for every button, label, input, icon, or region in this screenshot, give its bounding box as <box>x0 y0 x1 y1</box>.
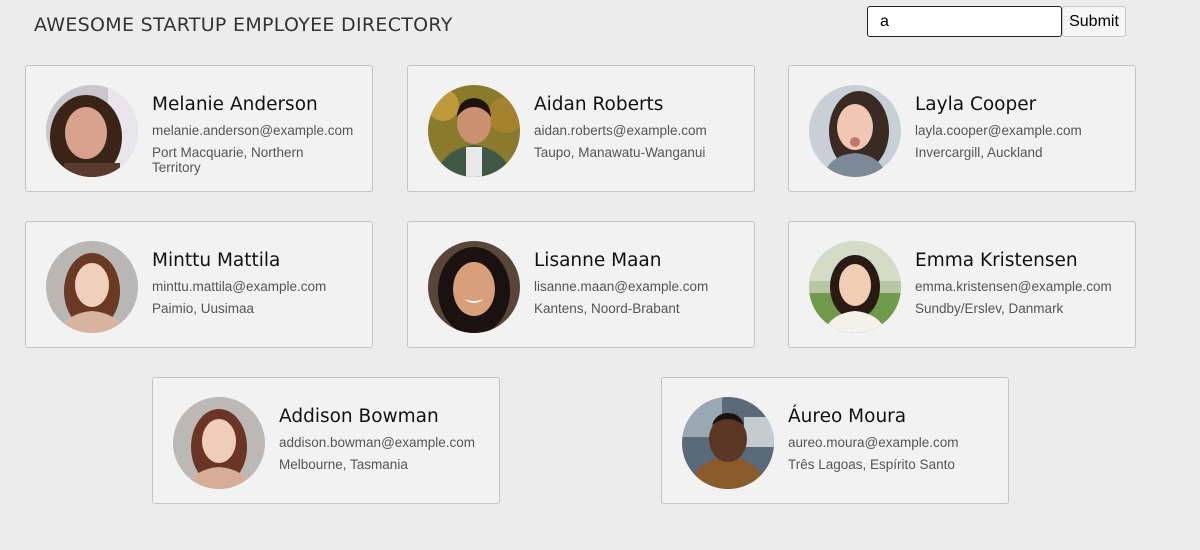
employee-name: Emma Kristensen <box>915 250 1078 271</box>
employee-location: Três Lagoas, Espírito Santo <box>788 457 955 472</box>
avatar <box>173 397 265 489</box>
employee-location: Kantens, Noord-Brabant <box>534 301 680 316</box>
employee-name: Áureo Moura <box>788 406 907 427</box>
employee-name: Minttu Mattila <box>152 250 281 271</box>
submit-button[interactable]: Submit <box>1062 6 1126 37</box>
employee-email: emma.kristensen@example.com <box>915 279 1112 294</box>
avatar <box>428 241 520 333</box>
avatar <box>428 85 520 177</box>
employee-email: aidan.roberts@example.com <box>534 123 707 138</box>
avatar <box>809 85 901 177</box>
employee-email: aureo.moura@example.com <box>788 435 959 450</box>
employee-location: Melbourne, Tasmania <box>279 457 408 472</box>
employee-card: Aidan Roberts aidan.roberts@example.com … <box>407 65 755 192</box>
employee-location: Taupo, Manawatu-Wanganui <box>534 145 706 160</box>
employee-location: Port Macquarie, Northern Territory <box>152 145 304 175</box>
employee-card: Melanie Anderson melanie.anderson@exampl… <box>25 65 373 192</box>
search-input[interactable] <box>867 6 1062 37</box>
avatar <box>809 241 901 333</box>
employee-card: Lisanne Maan lisanne.maan@example.com Ka… <box>407 221 755 348</box>
employee-card: Layla Cooper layla.cooper@example.com In… <box>788 65 1136 192</box>
employee-email: lisanne.maan@example.com <box>534 279 709 294</box>
avatar <box>46 85 138 177</box>
employee-location: Sundby/Erslev, Danmark <box>915 301 1064 316</box>
employee-name: Addison Bowman <box>279 406 439 427</box>
employee-name: Aidan Roberts <box>534 94 664 115</box>
avatar <box>46 241 138 333</box>
employee-location: Paimio, Uusimaa <box>152 301 255 316</box>
employee-email: layla.cooper@example.com <box>915 123 1082 138</box>
employee-name: Melanie Anderson <box>152 94 318 115</box>
employee-name: Layla Cooper <box>915 94 1037 115</box>
page-title: AWESOME STARTUP EMPLOYEE DIRECTORY <box>34 14 453 36</box>
employee-card: Addison Bowman addison.bowman@example.co… <box>152 377 500 504</box>
employee-location: Invercargill, Auckland <box>915 145 1043 160</box>
employee-email: melanie.anderson@example.com <box>152 123 354 138</box>
employee-name: Lisanne Maan <box>534 250 662 271</box>
employee-card: Áureo Moura aureo.moura@example.com Três… <box>661 377 1009 504</box>
employee-email: addison.bowman@example.com <box>279 435 476 450</box>
employee-card: Minttu Mattila minttu.mattila@example.co… <box>25 221 373 348</box>
avatar <box>682 397 774 489</box>
employee-card: Emma Kristensen emma.kristensen@example.… <box>788 221 1136 348</box>
employee-email: minttu.mattila@example.com <box>152 279 327 294</box>
